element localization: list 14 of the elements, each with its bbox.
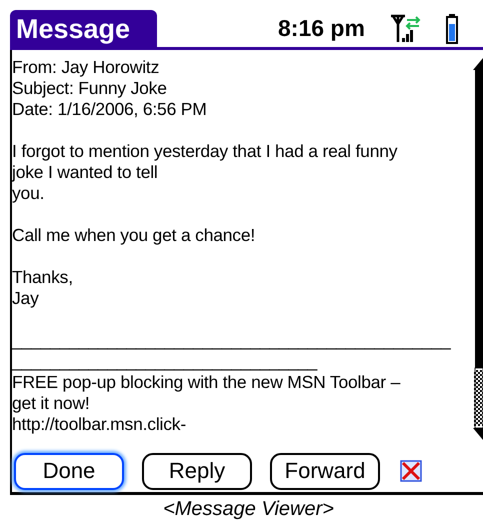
message-text: ______________________________________________ ________________________________ FREE pop-up blocking with the new MSN Toolbar – get it now! http://toolbar.msn.click- — [12, 330, 452, 435]
app-title: Message — [10, 10, 157, 47]
action-button[interactable]: Done — [14, 452, 124, 490]
caption: <Message Viewer> — [162, 498, 335, 521]
message-text: From: Jay Horowitz Subject: Funny Joke Date: 1/16/2006, 6:56 PM — [12, 57, 208, 120]
action-button[interactable]: Forward — [270, 452, 380, 490]
message-text: Call me when you get a chance! — [12, 225, 256, 246]
signal-icon[interactable] — [390, 14, 422, 44]
message-text: I forgot to mention yesterday that I had a real funny joke I wanted to tell you. — [12, 141, 398, 204]
message-text: Thanks, Jay — [12, 267, 74, 309]
action-button[interactable]: Reply — [142, 452, 252, 490]
battery-icon[interactable] — [446, 14, 458, 44]
cross-icon[interactable] — [400, 460, 422, 482]
clock-time: 8:16 pm — [278, 15, 365, 42]
